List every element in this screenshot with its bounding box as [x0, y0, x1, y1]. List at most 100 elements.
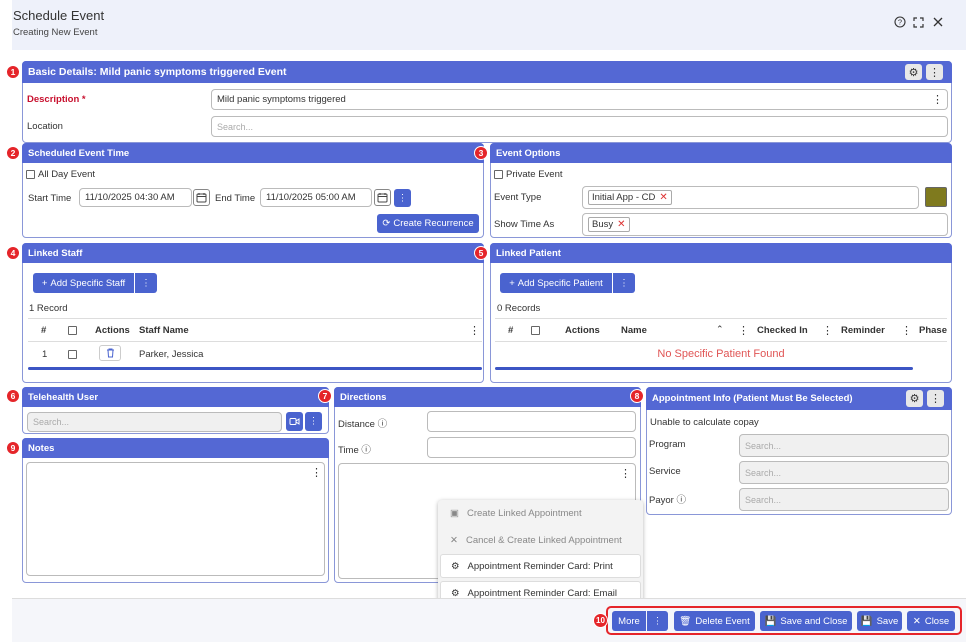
staff-scrollbar[interactable] — [28, 367, 482, 370]
all-day-label: All Day Event — [38, 169, 96, 180]
private-event-checkbox[interactable] — [494, 170, 503, 179]
distance-input[interactable] — [427, 411, 636, 432]
end-time-input[interactable]: 11/10/2025 05:00 AM — [260, 188, 372, 207]
patient-scrollbar[interactable] — [495, 367, 913, 370]
help-icon[interactable]: ⓘ — [676, 495, 686, 506]
help-icon[interactable]: ? — [893, 16, 906, 29]
description-label: Description * — [27, 94, 86, 105]
no-patient-message: No Specific Patient Found — [495, 343, 947, 365]
staff-row-name: Parker, Jessica — [139, 349, 204, 360]
linked-staff-panel — [22, 243, 484, 383]
appointment-more-button[interactable]: ⋮ — [927, 390, 944, 407]
telehealth-header: Telehealth User — [22, 387, 329, 407]
badge-3: 3 — [474, 146, 488, 160]
telehealth-more-button[interactable]: ⋮ — [305, 412, 322, 431]
close-button[interactable]: ✕ Close — [907, 611, 955, 631]
event-color-swatch[interactable] — [925, 187, 947, 207]
reminder-column-menu-icon[interactable]: ⋮ — [901, 324, 912, 337]
menu-reminder-card-print[interactable]: ⚙ Appointment Reminder Card: Print — [440, 554, 641, 578]
plus-icon: + — [509, 277, 515, 289]
plus-icon: + — [41, 277, 48, 289]
start-time-input[interactable]: 11/10/2025 04:30 AM — [79, 188, 192, 207]
help-icon[interactable]: ⓘ — [378, 419, 388, 430]
location-placeholder: Search... — [217, 121, 254, 132]
gear-icon: ⚙ — [908, 66, 919, 79]
checked-in-column-menu-icon[interactable]: ⋮ — [822, 324, 833, 337]
description-kebab-icon[interactable]: ⋮ — [932, 93, 943, 106]
event-type-input[interactable]: Initial App - CD ✕ — [582, 186, 919, 209]
notes-textarea[interactable] — [26, 462, 325, 576]
patient-more-button[interactable]: ⋮ — [613, 273, 635, 293]
start-calendar-button[interactable] — [193, 189, 210, 206]
remove-icon[interactable]: ✕ — [617, 219, 625, 230]
basic-more-button[interactable]: ⋮ — [926, 64, 943, 80]
directions-kebab-icon[interactable]: ⋮ — [620, 467, 631, 480]
travel-time-input[interactable] — [427, 437, 636, 458]
event-options-title: Event Options — [496, 147, 561, 159]
show-time-as-input[interactable]: Busy ✕ — [582, 213, 948, 236]
telehealth-search-input[interactable]: Search... — [27, 412, 282, 432]
start-time-value: 11/10/2025 04:30 AM — [85, 192, 175, 203]
video-call-button[interactable] — [286, 412, 303, 431]
staff-column-menu-icon[interactable]: ⋮ — [469, 324, 480, 337]
save-button[interactable]: 💾 Save — [857, 611, 902, 631]
event-type-chip: Initial App - CD ✕ — [588, 190, 672, 205]
appointment-info-title: Appointment Info (Patient Must Be Select… — [652, 393, 853, 404]
time-label-text: Time — [338, 445, 359, 456]
staff-row-checkbox[interactable] — [68, 350, 77, 359]
gear-icon: ⚙ — [909, 393, 920, 405]
menu-create-linked-appointment[interactable]: ▣ Create Linked Appointment — [440, 501, 641, 525]
dialog-title: Schedule Event — [13, 8, 105, 23]
save-close-label: Save and Close — [780, 615, 848, 627]
create-recurrence-button[interactable]: ⟳ Create Recurrence — [377, 214, 479, 233]
add-specific-patient-button[interactable]: + Add Specific Patient — [500, 273, 612, 293]
distance-label: Distance ⓘ — [338, 416, 387, 430]
program-input[interactable]: Search... — [739, 434, 949, 457]
description-input[interactable]: Mild panic symptoms triggered — [211, 89, 948, 110]
more-label: More — [618, 615, 640, 627]
appointment-settings-button[interactable]: ⚙ — [906, 390, 923, 407]
close-icon[interactable] — [931, 16, 944, 29]
remove-icon[interactable]: ✕ — [659, 192, 667, 203]
menu-item-label: Appointment Reminder Card: Print — [467, 560, 613, 572]
sort-asc-icon[interactable]: ⌃ — [716, 324, 724, 335]
more-button[interactable]: More — [612, 611, 646, 631]
expand-icon[interactable] — [912, 16, 925, 29]
linked-staff-title: Linked Staff — [28, 247, 83, 259]
help-icon[interactable]: ⓘ — [361, 445, 371, 456]
basic-settings-button[interactable]: ⚙ — [905, 64, 922, 80]
service-input[interactable]: Search... — [739, 461, 949, 484]
menu-item-label: Appointment Reminder Card: Email — [467, 587, 617, 599]
save-and-close-button[interactable]: 💾 Save and Close — [760, 611, 852, 631]
event-type-value: Initial App - CD — [592, 192, 656, 203]
add-patient-label: Add Specific Patient — [517, 277, 603, 289]
time-more-button[interactable]: ⋮ — [394, 189, 411, 207]
staff-more-button[interactable]: ⋮ — [135, 273, 157, 293]
patient-col-checked-in: Checked In — [757, 325, 808, 336]
gear-icon: ⚙ — [451, 560, 460, 572]
create-recurrence-label: Create Recurrence — [393, 218, 474, 229]
end-time-label: End Time — [215, 193, 256, 204]
location-input[interactable]: Search... — [211, 116, 948, 137]
service-placeholder: Search... — [745, 467, 782, 478]
patient-select-all-checkbox[interactable] — [531, 326, 540, 335]
staff-select-all-checkbox[interactable] — [68, 326, 77, 335]
staff-col-num: # — [41, 325, 47, 336]
patient-col-phase: Phase — [919, 325, 947, 336]
payor-input[interactable]: Search... — [739, 488, 949, 511]
more-dropdown-button[interactable]: ⋮ — [647, 611, 668, 631]
notes-kebab-icon[interactable]: ⋮ — [311, 466, 322, 479]
distance-label-text: Distance — [338, 419, 375, 430]
all-day-checkbox[interactable] — [26, 170, 35, 179]
staff-delete-button[interactable] — [99, 345, 121, 361]
save-icon: 💾 — [860, 615, 873, 627]
name-column-menu-icon[interactable]: ⋮ — [738, 324, 749, 337]
private-event-label: Private Event — [506, 169, 563, 180]
end-calendar-button[interactable] — [374, 189, 391, 206]
patient-col-reminder: Reminder — [841, 325, 885, 336]
add-specific-staff-button[interactable]: + Add Specific Staff — [33, 273, 134, 293]
linked-staff-header: Linked Staff — [22, 243, 484, 263]
menu-cancel-create-linked[interactable]: ✕ Cancel & Create Linked Appointment — [440, 528, 641, 552]
copay-message: Unable to calculate copay — [650, 417, 759, 428]
delete-event-button[interactable]: 🗑 Delete Event — [674, 611, 755, 631]
